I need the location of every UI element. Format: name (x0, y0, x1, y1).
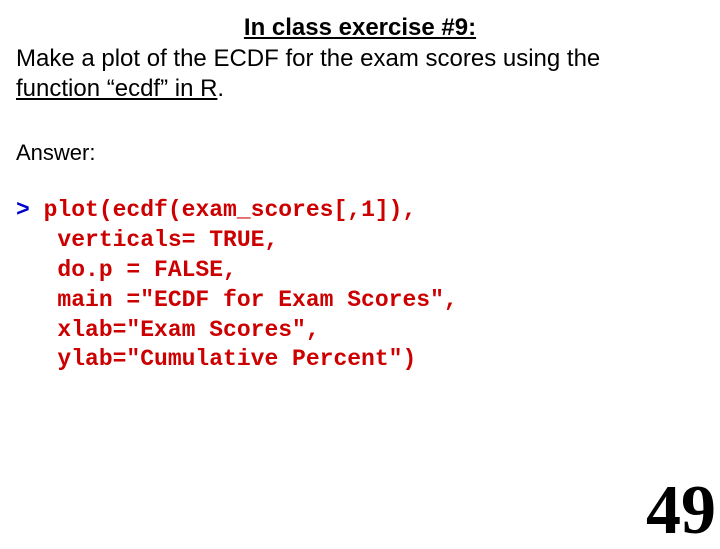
code-block: > plot(ecdf(exam_scores[,1]), verticals=… (16, 196, 704, 375)
exercise-title: In class exercise #9: (16, 14, 704, 42)
code-line-5: xlab="Exam Scores", (16, 317, 320, 343)
code-line-1: plot(ecdf(exam_scores[,1]), (30, 197, 416, 223)
page-number: 49 (646, 476, 716, 546)
answer-label: Answer: (16, 140, 704, 166)
exercise-prompt: Make a plot of the ECDF for the exam sco… (16, 44, 704, 104)
prompt-line-1: Make a plot of the ECDF for the exam sco… (16, 45, 600, 72)
prompt-line-2a: function “ecdf” in R (16, 75, 217, 102)
code-line-3: do.p = FALSE, (16, 257, 237, 283)
slide-content: In class exercise #9: Make a plot of the… (0, 0, 720, 375)
code-line-6: ylab="Cumulative Percent") (16, 346, 416, 372)
code-prompt-char: > (16, 197, 30, 223)
code-line-2: verticals= TRUE, (16, 227, 278, 253)
code-line-4: main ="ECDF for Exam Scores", (16, 287, 458, 313)
prompt-line-2b: . (217, 75, 224, 102)
